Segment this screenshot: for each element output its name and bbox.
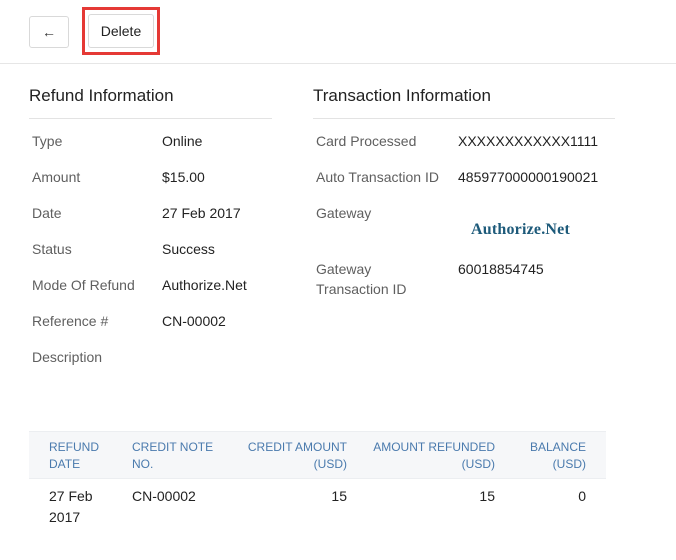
header-credit-amount-line2: (USD) [313,457,347,471]
header-amount-refunded-line2: (USD) [461,457,495,471]
date-value: 27 Feb 2017 [162,205,241,221]
gateway-label: Gateway [316,205,372,221]
header-credit-note-line2: NO. [132,457,154,471]
row-refund-date-line2: 2017 [49,509,81,525]
gateway-transaction-id-label-line2: Transaction ID [316,281,407,297]
mode-of-refund-value: Authorize.Net [162,277,247,293]
header-balance-line2: (USD) [552,457,586,471]
row-amount-refunded: 15 [479,488,495,504]
row-refund-date: 27 Feb 2017 [49,486,93,528]
mode-of-refund-label: Mode Of Refund [32,277,135,293]
header-credit-amount: CREDIT AMOUNT (USD) [229,439,347,473]
reference-value: CN-00002 [162,313,226,329]
refund-info-divider [29,118,272,119]
date-label: Date [32,205,62,221]
card-processed-label: Card Processed [316,133,417,149]
arrow-left-icon: ← [42,24,56,40]
header-credit-note-line1: CREDIT NOTE [132,440,214,454]
header-amount-refunded: AMOUNT REFUNDED (USD) [359,439,495,473]
row-credit-note[interactable]: CN-00002 [132,486,196,507]
card-processed-value: XXXXXXXXXXXX1111 [458,133,599,149]
refund-info-title: Refund Information [29,86,174,105]
header-refund-date-line2: DATE [49,457,81,471]
reference-label: Reference # [32,313,109,329]
delete-button[interactable]: Delete [88,14,154,48]
header-refund-date-line1: REFUND [49,440,99,454]
transaction-info-title: Transaction Information [313,86,491,105]
auto-transaction-id-label: Auto Transaction ID [316,169,439,185]
row-refund-date-line1: 27 Feb [49,488,93,504]
row-balance: 0 [578,488,586,504]
gateway-transaction-id-label: Gateway Transaction ID [316,259,407,299]
status-value: Success [162,241,215,257]
header-balance: BALANCE (USD) [509,439,586,473]
type-value: Online [162,133,203,149]
header-balance-line1: BALANCE [529,440,586,454]
transaction-info-divider [313,118,615,119]
header-credit-amount-line1: CREDIT AMOUNT [247,440,347,454]
header-refund-date: REFUND DATE [49,439,99,473]
toolbar: ← Delete [0,0,676,64]
row-credit-amount: 15 [331,488,347,504]
gateway-transaction-id-value: 60018854745 [458,261,544,277]
description-label: Description [32,349,103,365]
table-header: REFUND DATE CREDIT NOTE NO. CREDIT AMOUN… [29,431,606,479]
auto-transaction-id-value: 485977000000190021 [458,169,599,185]
header-amount-refunded-line1: AMOUNT REFUNDED [373,440,495,454]
type-label: Type [32,133,63,149]
amount-label: Amount [32,169,81,185]
amount-value: $15.00 [162,169,205,185]
header-credit-note: CREDIT NOTE NO. [132,439,213,473]
delete-button-label: Delete [100,23,142,39]
gateway-transaction-id-label-line1: Gateway [316,261,372,277]
status-label: Status [32,241,72,257]
back-button[interactable]: ← [29,16,69,48]
authorize-net-logo: Authorize.Net [471,221,571,238]
